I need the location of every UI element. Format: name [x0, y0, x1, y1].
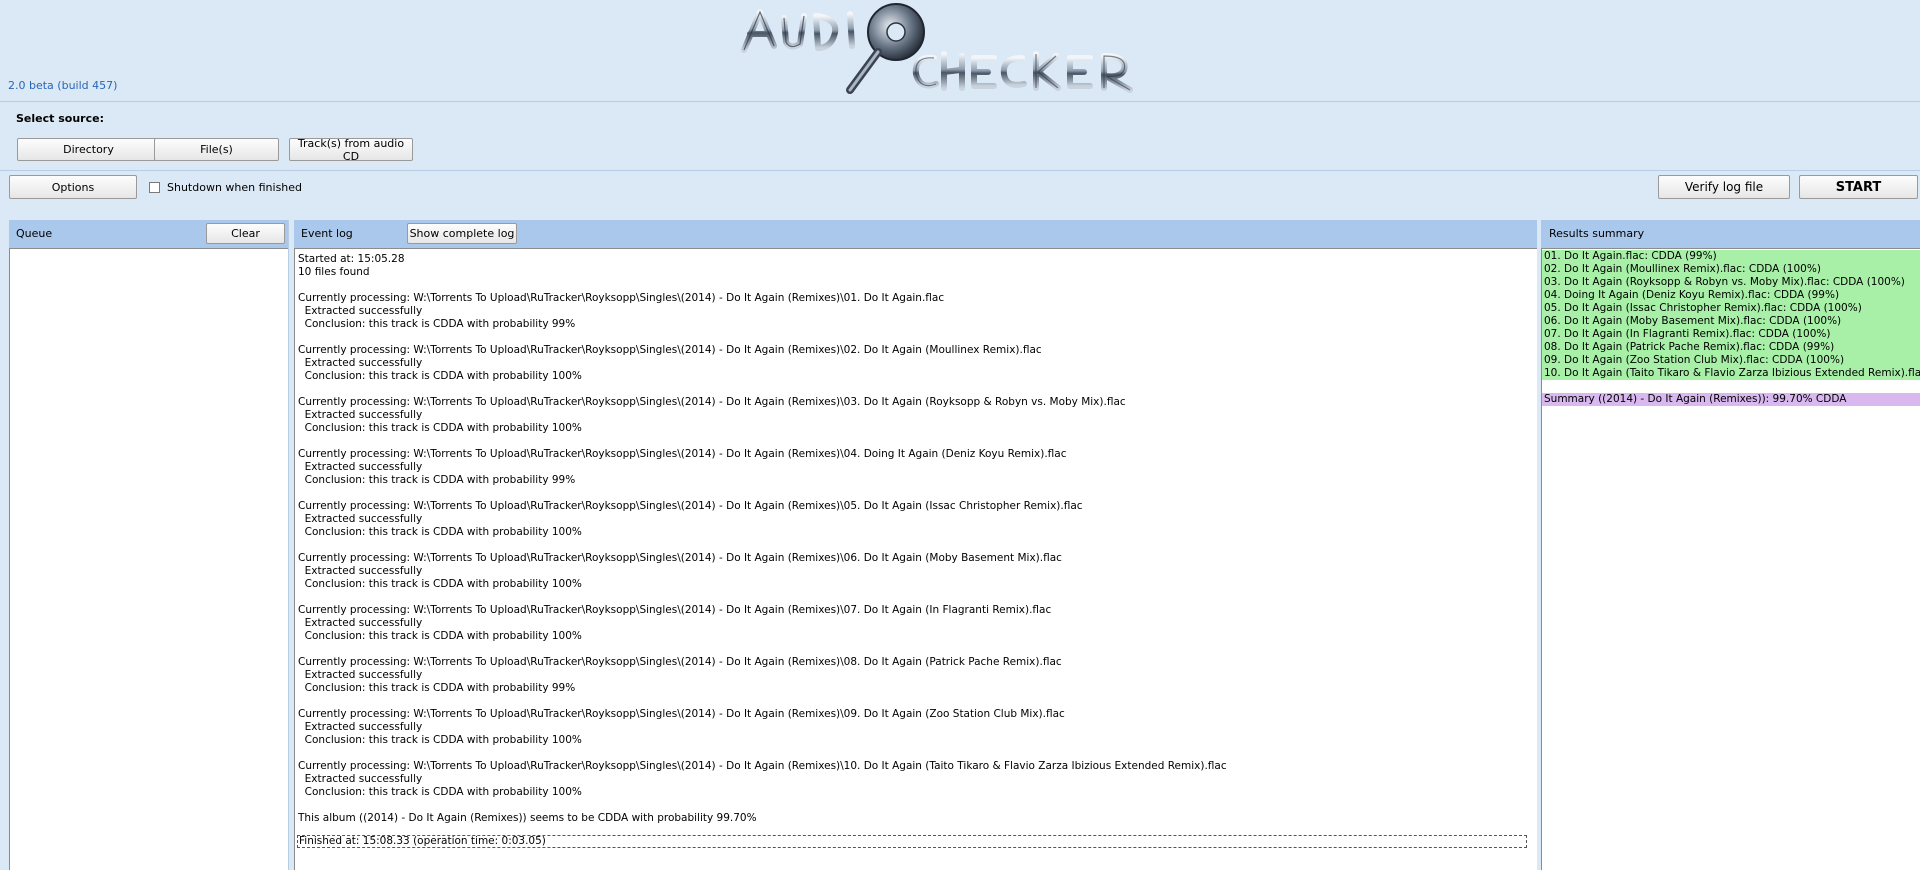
select-source-label: Select source:	[16, 112, 104, 125]
options-button[interactable]: Options	[9, 175, 137, 199]
directory-button[interactable]: Directory	[17, 138, 160, 161]
result-item: 03. Do It Again (Royksopp & Robyn vs. Mo…	[1542, 276, 1920, 289]
event-log-lines: Started at: 15:05.28 10 files found Curren…	[298, 253, 1534, 825]
event-log-panel: Event log Show complete log Started at: …	[294, 220, 1537, 870]
divider	[0, 101, 1920, 102]
log-line: Conclusion: this track is CDDA with prob…	[298, 786, 582, 798]
results-list[interactable]: 01. Do It Again.flac: CDDA (99%) 02. Do I…	[1541, 248, 1920, 870]
start-button[interactable]: START	[1799, 175, 1918, 199]
finished-line: Finished at: 15:08.33 (operation time: 0…	[297, 835, 1527, 848]
log-line: Extracted successfully	[298, 669, 423, 681]
result-item: 06. Do It Again (Moby Basement Mix).flac…	[1542, 315, 1920, 328]
log-line: Conclusion: this track is CDDA with prob…	[298, 734, 582, 746]
log-line: Currently processing: W:\Torrents To Upl…	[298, 552, 1062, 564]
log-line: Currently processing: W:\Torrents To Upl…	[298, 448, 1067, 460]
log-line: Extracted successfully	[298, 773, 423, 785]
results-header: Results summary	[1541, 220, 1920, 249]
log-line: Currently processing: W:\Torrents To Upl…	[298, 500, 1083, 512]
results-items: 01. Do It Again.flac: CDDA (99%) 02. Do I…	[1542, 250, 1920, 406]
log-line: Currently processing: W:\Torrents To Upl…	[298, 604, 1052, 616]
version-label: 2.0 beta (build 457)	[8, 79, 118, 92]
result-gap	[1542, 380, 1920, 393]
shutdown-checkbox[interactable]	[149, 182, 160, 193]
log-line: Conclusion: this track is CDDA with prob…	[298, 526, 582, 538]
log-line: Conclusion: this track is CDDA with prob…	[298, 318, 576, 330]
queue-list[interactable]	[9, 248, 288, 870]
event-log-text[interactable]: Started at: 15:05.28 10 files found Curren…	[294, 248, 1537, 870]
event-log-title: Event log	[301, 227, 353, 240]
log-line: This album ((2014) - Do It Again (Remixe…	[298, 812, 757, 824]
app-logo	[738, 0, 1188, 98]
clear-queue-button[interactable]: Clear	[206, 223, 285, 244]
log-line: Currently processing: W:\Torrents To Upl…	[298, 708, 1065, 720]
log-line: Started at: 15:05.28	[298, 253, 405, 265]
files-button[interactable]: File(s)	[154, 138, 279, 161]
log-line: Currently processing: W:\Torrents To Upl…	[298, 656, 1062, 668]
log-line: Currently processing: W:\Torrents To Upl…	[298, 344, 1042, 356]
result-item: 02. Do It Again (Moullinex Remix).flac: …	[1542, 263, 1920, 276]
result-item: 04. Doing It Again (Deniz Koyu Remix).fl…	[1542, 289, 1920, 302]
log-line: Extracted successfully	[298, 409, 423, 421]
log-line: Conclusion: this track is CDDA with prob…	[298, 578, 582, 590]
audio-cd-button[interactable]: Track(s) from audio CD	[289, 137, 413, 163]
queue-header: Queue Clear	[9, 220, 288, 249]
log-line: Extracted successfully	[298, 565, 423, 577]
results-panel: Results summary 01. Do It Again.flac: CD…	[1541, 220, 1920, 870]
result-item: 08. Do It Again (Patrick Pache Remix).fl…	[1542, 341, 1920, 354]
shutdown-label: Shutdown when finished	[167, 181, 303, 194]
log-line: 10 files found	[298, 266, 370, 278]
results-title: Results summary	[1549, 227, 1645, 240]
log-line: Conclusion: this track is CDDA with prob…	[298, 422, 582, 434]
log-line: Extracted successfully	[298, 721, 423, 733]
log-line: Extracted successfully	[298, 617, 423, 629]
divider	[0, 170, 1920, 171]
show-complete-log-button[interactable]: Show complete log	[407, 223, 517, 244]
log-line: Extracted successfully	[298, 357, 423, 369]
event-log-header: Event log Show complete log	[294, 220, 1537, 249]
shutdown-option[interactable]: Shutdown when finished	[149, 181, 302, 194]
queue-title: Queue	[16, 227, 53, 240]
log-line: Conclusion: this track is CDDA with prob…	[298, 370, 582, 382]
queue-panel: Queue Clear	[9, 220, 289, 870]
log-line: Currently processing: W:\Torrents To Upl…	[298, 760, 1227, 772]
result-item: 10. Do It Again (Taito Tikaro & Flavio Z…	[1542, 367, 1920, 380]
log-line: Conclusion: this track is CDDA with prob…	[298, 474, 576, 486]
result-item: 01. Do It Again.flac: CDDA (99%)	[1542, 250, 1920, 263]
result-item: 07. Do It Again (In Flagranti Remix).fla…	[1542, 328, 1920, 341]
log-line: Currently processing: W:\Torrents To Upl…	[298, 396, 1126, 408]
log-line: Conclusion: this track is CDDA with prob…	[298, 630, 582, 642]
log-line: Extracted successfully	[298, 305, 423, 317]
result-item: 05. Do It Again (Issac Christopher Remix…	[1542, 302, 1920, 315]
log-line: Conclusion: this track is CDDA with prob…	[298, 682, 576, 694]
log-line: Extracted successfully	[298, 513, 423, 525]
log-line: Currently processing: W:\Torrents To Upl…	[298, 292, 945, 304]
log-line: Extracted successfully	[298, 461, 423, 473]
verify-log-button[interactable]: Verify log file	[1658, 175, 1790, 199]
result-summary: Summary ((2014) - Do It Again (Remixes))…	[1542, 393, 1920, 406]
result-item: 09. Do It Again (Zoo Station Club Mix).f…	[1542, 354, 1920, 367]
